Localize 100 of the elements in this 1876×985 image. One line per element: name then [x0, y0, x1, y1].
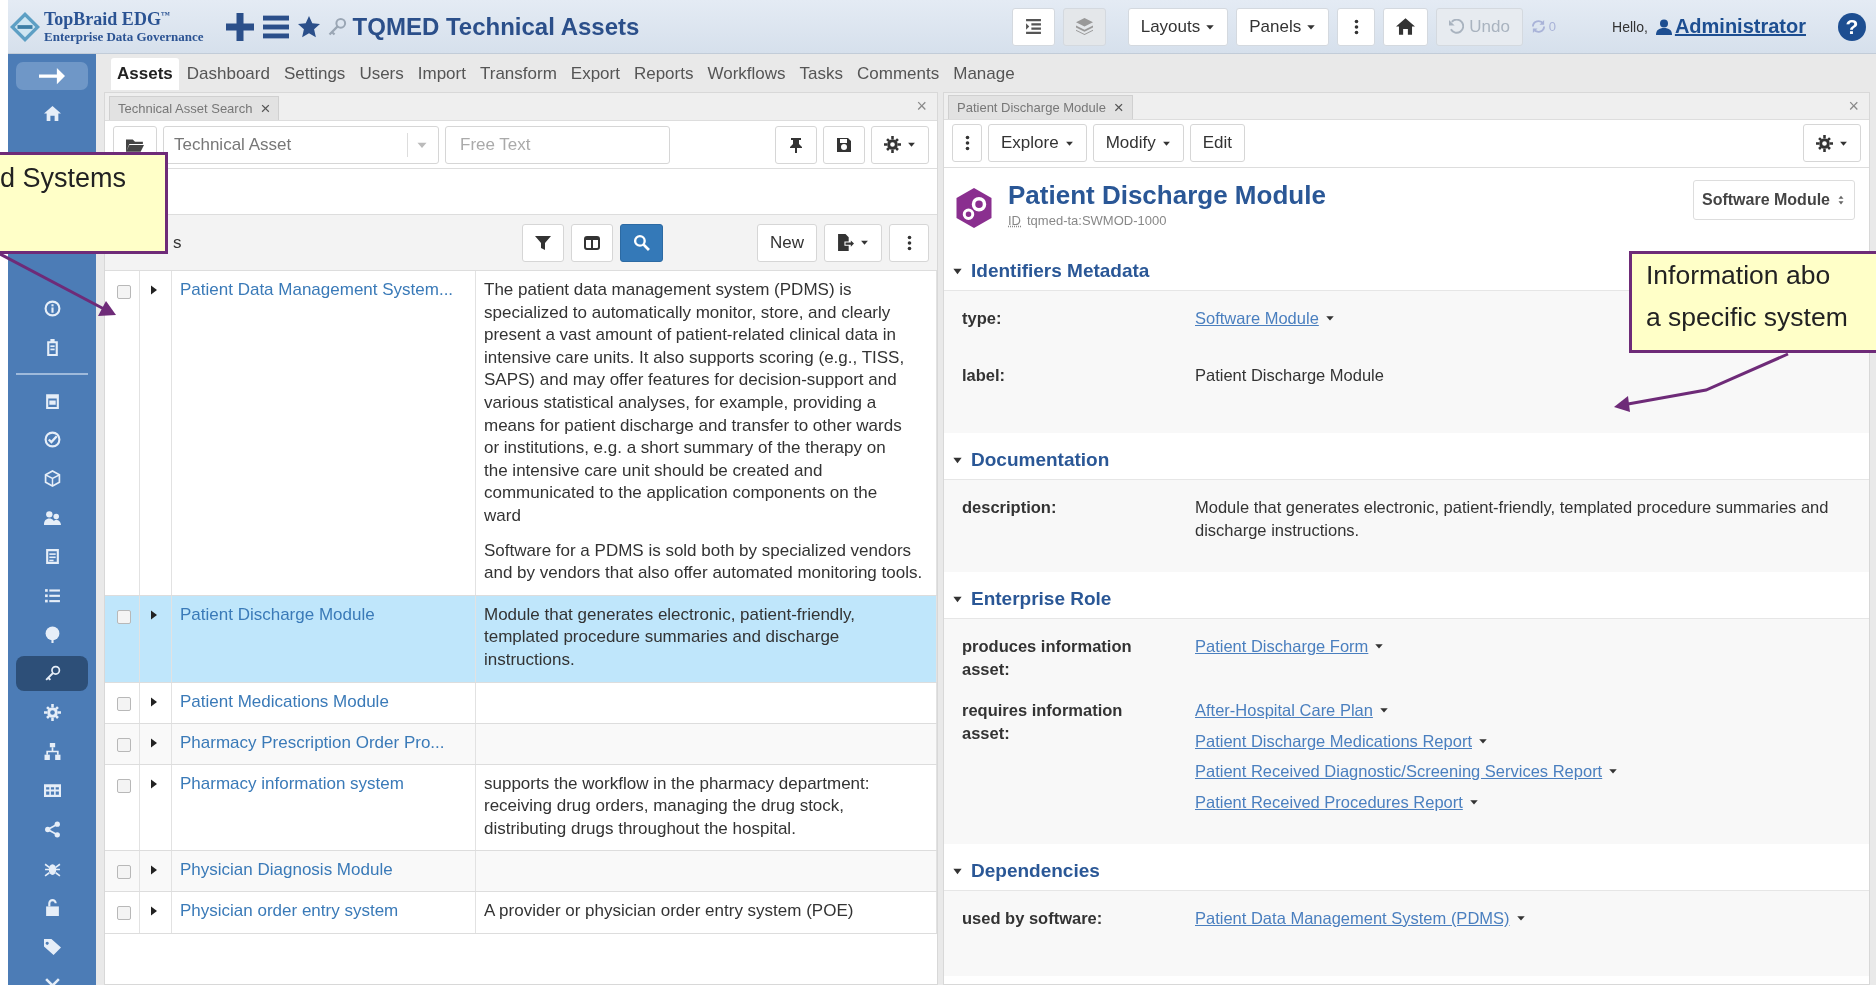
more-button[interactable] — [952, 124, 982, 163]
home-icon — [1396, 17, 1416, 36]
hierarchy-icon — [43, 743, 61, 760]
row-checkbox[interactable] — [117, 778, 131, 793]
panel-tab[interactable]: Technical Asset Search × — [109, 96, 280, 120]
value-link[interactable]: After-Hospital Care Plan — [1195, 699, 1373, 722]
menu-tab[interactable]: Manage — [947, 58, 1021, 90]
filter-icon — [535, 234, 551, 251]
asset-title: Patient Discharge Module — [1008, 179, 1326, 211]
section-title[interactable]: Dependencies — [971, 860, 1100, 882]
menu-tab[interactable]: Import — [411, 58, 472, 90]
value-link[interactable]: Patient Received Procedures Report — [1195, 790, 1463, 813]
menu-tab[interactable]: Dashboard — [180, 58, 276, 90]
user-link[interactable]: Administrator — [1655, 15, 1806, 38]
row-checkbox[interactable] — [117, 285, 131, 299]
field-value: Patient Discharge Module — [1195, 365, 1385, 386]
updown-icon — [1836, 193, 1846, 206]
panel-close-button[interactable]: × — [916, 96, 927, 117]
caret-icon — [907, 140, 916, 149]
help-button[interactable]: ? — [1838, 12, 1866, 41]
asset-name-link[interactable]: Patient Discharge Module — [180, 604, 375, 624]
gear-hexagon-icon — [954, 187, 994, 228]
panel-tab-label: Technical Asset Search — [118, 101, 253, 116]
asset-name-link[interactable]: Patient Data Management System... — [180, 280, 454, 299]
lock-icon — [43, 899, 61, 916]
search-icon — [633, 234, 650, 251]
tab-close-button[interactable]: × — [260, 100, 271, 117]
menu-tab[interactable]: Assets — [111, 58, 179, 90]
row-checkbox[interactable] — [117, 609, 131, 624]
id-value: tqmed-ta:SWMOD-1000 — [1027, 212, 1167, 228]
dots-icon — [906, 234, 912, 251]
panel-tab[interactable]: Patient Discharge Module × — [948, 95, 1133, 120]
menu-tab[interactable]: Tasks — [793, 58, 850, 90]
menu-icon[interactable] — [260, 13, 291, 40]
callout-tooltip: d Systems — [0, 152, 168, 254]
panel-tab-label: Patient Discharge Module — [957, 100, 1106, 116]
asset-type-select[interactable]: Technical Asset — [163, 125, 439, 164]
menu-tab[interactable]: Settings — [277, 58, 352, 90]
row-checkbox[interactable] — [117, 906, 131, 921]
value-link[interactable]: Software Module — [1195, 307, 1319, 330]
key-icon — [43, 665, 61, 682]
section-title[interactable]: Enterprise Role — [971, 588, 1112, 610]
plus-icon[interactable] — [225, 12, 254, 41]
share-icon — [43, 821, 61, 838]
section-title[interactable]: Documentation — [971, 449, 1110, 471]
star-icon[interactable] — [297, 15, 320, 38]
caret-icon — [860, 238, 869, 247]
value-link[interactable]: Patient Received Diagnostic/Screening Services Report — [1195, 760, 1603, 783]
panel-close-button[interactable]: × — [1848, 96, 1859, 117]
free-text-field[interactable]: Free Text — [445, 125, 670, 164]
field-label: label: — [962, 365, 1007, 386]
asset-name-link[interactable]: Physician Diagnosis Module — [180, 860, 393, 880]
indent-icon — [1024, 18, 1042, 35]
undo-icon — [1449, 19, 1465, 34]
menu-tab[interactable]: Workflows — [701, 58, 792, 90]
modify-dropdown[interactable]: Modify — [1092, 124, 1184, 163]
logo-icon — [10, 11, 40, 42]
explore-dropdown[interactable]: Explore — [988, 124, 1087, 163]
asset-name-link[interactable]: Physician order entry system — [180, 901, 399, 921]
filter-button[interactable] — [522, 223, 564, 262]
menu-tab[interactable]: Users — [353, 58, 410, 90]
type-select[interactable]: Software Module — [1693, 179, 1855, 220]
asset-name-link[interactable]: Pharmacy information system — [180, 773, 404, 793]
layouts-dropdown[interactable]: Layouts — [1127, 7, 1229, 46]
collapse-sidebar-button[interactable] — [16, 62, 88, 90]
section-title[interactable]: Identifiers Metadata — [971, 260, 1150, 282]
save-button[interactable] — [823, 125, 865, 164]
value-link[interactable]: Patient Discharge Form — [1195, 635, 1369, 658]
home-button[interactable] — [1383, 7, 1429, 46]
settings-dropdown[interactable] — [871, 125, 929, 164]
logo-subtitle: Enterprise Data Governance — [44, 30, 204, 43]
home-icon — [43, 105, 61, 122]
row-checkbox[interactable] — [117, 696, 131, 711]
row-checkbox[interactable] — [117, 737, 131, 752]
asset-name-link[interactable]: Patient Medications Module — [180, 691, 389, 711]
search-button[interactable] — [620, 223, 663, 262]
field-label: type: — [962, 308, 1003, 329]
outline-button[interactable] — [1011, 7, 1055, 46]
greeting-text: Hello, — [1612, 18, 1648, 35]
export-icon — [837, 234, 854, 251]
menu-tab[interactable]: Export — [564, 58, 626, 90]
pin-button[interactable] — [775, 125, 817, 164]
settings-dropdown[interactable] — [1803, 124, 1861, 163]
value-link[interactable]: Patient Discharge Medications Report — [1195, 729, 1472, 752]
columns-icon — [584, 234, 600, 251]
gear-icon — [43, 704, 61, 721]
new-button[interactable]: New — [757, 223, 817, 262]
edit-button[interactable]: Edit — [1189, 124, 1245, 163]
menu-tab[interactable]: Comments — [851, 58, 946, 90]
columns-button[interactable] — [571, 223, 613, 262]
value-link[interactable]: Patient Data Management System (PDMS) — [1195, 907, 1510, 930]
sidebar-item[interactable] — [16, 656, 88, 691]
row-checkbox[interactable] — [117, 865, 131, 880]
asset-name-link[interactable]: Pharmacy Prescription Order Pro... — [180, 732, 445, 752]
export-dropdown[interactable] — [824, 223, 882, 262]
tab-close-button[interactable]: × — [1113, 99, 1124, 117]
menu-tab[interactable]: Reports — [627, 58, 700, 90]
panels-dropdown[interactable]: Panels — [1236, 7, 1330, 46]
dots-icon — [964, 135, 970, 152]
menu-tab[interactable]: Transform — [473, 58, 563, 90]
